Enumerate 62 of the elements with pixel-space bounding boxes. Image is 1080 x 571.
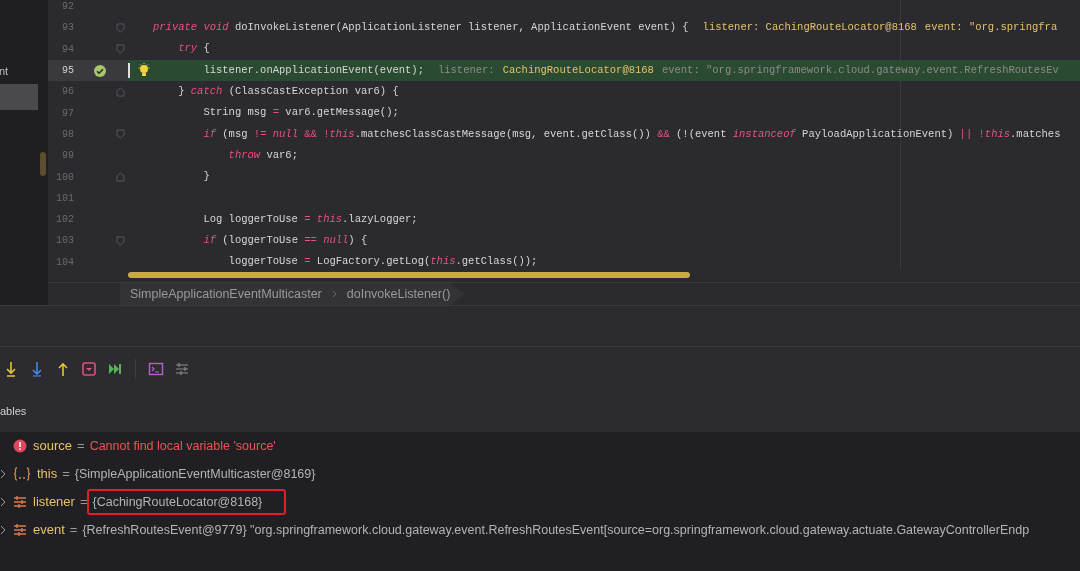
line-number: 102: [55, 213, 74, 228]
equals-sign: =: [77, 437, 85, 456]
variable-name: this: [37, 465, 58, 484]
code-line: private void doInvokeListener(ApplicationListener listener, ApplicationEvent event) {: [153, 20, 689, 36]
sliders-icon[interactable]: [174, 360, 190, 377]
inline-value-hint: listener: CachingRouteLocator@8168: [702, 20, 917, 36]
inline-value-hint: event: "org.springfra: [924, 20, 1058, 36]
code-line: if (loggerToUse == null) {: [202, 233, 368, 249]
arrow-down-to-line-icon[interactable]: [3, 360, 19, 377]
line-number: 98: [61, 127, 74, 142]
variable-name: source: [33, 437, 73, 456]
expand-chevron-icon[interactable]: [0, 469, 6, 479]
field-icon: [13, 523, 27, 537]
equals-sign: =: [69, 521, 78, 540]
code-line: String msg = var6.getMessage();: [202, 105, 399, 121]
code-line: }: [202, 169, 210, 185]
code-line: loggerToUse = LogFactory.getLog(this.getClass());: [227, 254, 538, 270]
line-number: 104: [55, 255, 74, 270]
line-number: 92: [61, 0, 74, 15]
checkmark-icon[interactable]: [94, 64, 106, 77]
code-line: listener.onApplicationEvent(event);: [202, 62, 424, 78]
expand-chevron-icon[interactable]: [0, 525, 6, 535]
code-line: throw var6;: [227, 147, 298, 163]
line-number: 97: [61, 106, 74, 121]
code-line: } catch (ClassCastException var6) {: [177, 83, 399, 99]
terminal-icon[interactable]: [148, 360, 164, 377]
lightbulb-icon[interactable]: [138, 62, 150, 77]
scrollbar-thumb[interactable]: [40, 152, 46, 176]
equals-sign: =: [62, 465, 70, 484]
inline-value-hint: event: "org.springframework.cloud.gateway.event.RefreshRoutesEv: [661, 62, 1059, 78]
code-line: Log loggerToUse = this.lazyLogger;: [202, 211, 418, 227]
line-number: 103: [55, 234, 74, 249]
variable-name: event: [33, 521, 65, 540]
horizontal-scrollbar[interactable]: [128, 272, 690, 278]
variable-value: {SimpleApplicationEventMulticaster@8169}: [74, 465, 316, 483]
line-number: 99: [61, 149, 74, 164]
line-number: 94: [61, 42, 74, 57]
variable-value: Cannot find local variable 'source': [89, 437, 276, 455]
breadcrumb-item[interactable]: doInvokeListener(): [346, 284, 451, 304]
variable-name: listener: [33, 493, 75, 512]
line-number: 93: [61, 21, 74, 36]
line-number: 96: [61, 85, 74, 100]
line-number: 95: [61, 64, 74, 79]
line-number: 101: [55, 191, 74, 206]
inline-value-hint: listener:: [437, 62, 495, 78]
code-line: if (msg != null && !this.matchesClassCastMessage(msg, event.getClass()) && (!(event instanceof PayloadApplicationEvent) || !this.matches: [202, 126, 1061, 142]
braces-icon: [13, 467, 31, 481]
line-number: 100: [55, 170, 74, 185]
code-line: try {: [177, 41, 210, 57]
panel-title: ables: [0, 403, 27, 419]
field-icon: [13, 495, 27, 509]
chevron-icon: [331, 290, 337, 298]
sidebar-item[interactable]: nt: [0, 62, 9, 80]
equals-sign: =: [79, 493, 88, 512]
text-cursor: [128, 62, 130, 78]
expand-chevron-icon[interactable]: [0, 497, 6, 507]
error-icon: [13, 439, 27, 453]
arrow-down-icon[interactable]: [29, 360, 45, 377]
variable-value: {CachingRouteLocator@8168}: [86, 488, 287, 516]
inline-value-hint: CachingRouteLocator@8168: [502, 62, 654, 78]
variable-value: {RefreshRoutesEvent@9779} "org.springframework.cloud.gateway.event.RefreshRoutesEvent[source=org.springframework.cloud.gateway.actuate.GatewayControllerEndp: [82, 521, 1030, 539]
breadcrumb-item[interactable]: SimpleApplicationEventMulticaster: [130, 284, 322, 304]
